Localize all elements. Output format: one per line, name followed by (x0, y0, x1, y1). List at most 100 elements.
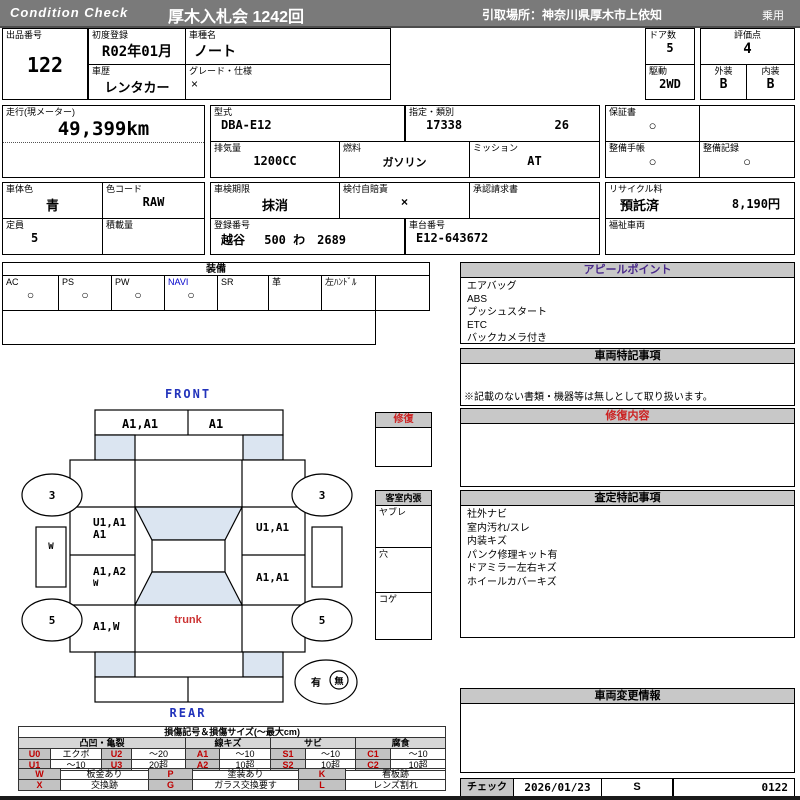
legend-code: U2 (101, 748, 132, 760)
vehicle-change-title: 車両変更情報 (461, 689, 794, 704)
displacement-cell: 排気量 1200CC (210, 141, 340, 178)
auction-title: 厚木入札会 1242回 (168, 9, 305, 26)
approval-request-cell: 承認請求書 (469, 182, 600, 219)
assessment-item: ドアミラー左右キズ (467, 563, 557, 574)
cabin-interior-box: 客室内張 ヤブレ 穴 コゲ (375, 490, 432, 640)
welfare-vehicle-label: 福祉車両 (609, 220, 646, 230)
capacity-label: 定員 (6, 220, 25, 230)
rear-left-wheel-value: 5 (49, 614, 56, 627)
model-code-cell: 型式 DBA-E12 (210, 105, 405, 142)
model-code-label: 型式 (214, 107, 233, 117)
front-right-wheel-value: 3 (319, 489, 326, 502)
front-label: FRONT (165, 387, 211, 401)
equipment-value-ac: ○ (26, 288, 35, 302)
equipment-label-navi: NAVI (168, 277, 189, 287)
maintenance-record-label: 整備記録 (703, 143, 740, 153)
legend-code: S1 (270, 748, 306, 760)
sheet-bottom-border (0, 796, 800, 800)
appeal-item: ETC (467, 320, 487, 331)
warranty-value: ○ (648, 118, 657, 133)
grade-cell: グレード・仕様 × (185, 64, 391, 100)
repair-details-content (461, 424, 794, 428)
interior-grade-cell: 内装 B (746, 64, 795, 100)
equipment-label-blank (376, 276, 429, 278)
windshield (134, 506, 243, 541)
lot-number-value: 122 (26, 53, 64, 77)
insurance-cell: 検付自賠責 × (339, 182, 470, 219)
spare-no-label: 無 (334, 675, 343, 686)
equipment-value-navi: ○ (187, 288, 195, 302)
color-code-label: 色コード (106, 184, 143, 194)
displacement-label: 排気量 (214, 143, 242, 153)
legend-code: A1 (185, 748, 220, 760)
right-sill (311, 526, 343, 588)
legend-group-corrosion: 腐食 (354, 737, 447, 749)
inspection-expiry-value: 抹消 (261, 198, 288, 213)
legend-value: 〜10 (219, 748, 271, 760)
maintenance-record-cell: 整備記録 ○ (699, 141, 795, 178)
damage-legend-table: 損傷記号＆損傷サイズ(〜最大cm) 凸凹・亀裂 線キズ サビ 腐食 U0 エクボ… (18, 726, 447, 771)
damage-legend-table-2: W 板金あり P 塗装あり K 看板跡 X 交換跡 G ガラス交換要す L レン… (18, 768, 446, 791)
legend-title: 損傷記号＆損傷サイズ(〜最大cm) (18, 726, 447, 738)
cabin-interior-title: 客室内張 (376, 491, 431, 506)
model-name-cell: 車種名 ノート (185, 28, 391, 65)
equipment-cell-navi: NAVI ○ (164, 275, 218, 311)
equipment-value-pw: ○ (134, 288, 142, 302)
equipment-cell-blank (375, 275, 430, 311)
legend-code: C1 (355, 748, 391, 760)
color-code-cell: 色コード RAW (102, 182, 205, 219)
first-registration-label: 初度登録 (92, 30, 129, 40)
body-color-cell: 車体色 青 (2, 182, 103, 219)
check-label-cell: チェック (460, 778, 514, 797)
recycle-fee-label: リサイクル料 (609, 184, 663, 194)
rear-label: REAR (170, 706, 207, 720)
legend-value: 〜20 (131, 748, 186, 760)
fuel-label: 燃料 (343, 143, 362, 153)
vin-value: E12-643672 (416, 231, 489, 245)
vehicle-notes-panel: 車両特記事項 ※記載のない書類・機器等は無しとして取り扱います。 (460, 348, 795, 406)
exterior-grade-value: B (719, 77, 728, 92)
warranty-label: 保証書 (609, 107, 637, 117)
left-sill (35, 526, 67, 588)
equipment-label-ac: AC (6, 277, 19, 287)
doors-label: ドア数 (649, 30, 677, 40)
lot-number-cell: 出品番号 122 (2, 28, 88, 100)
lot-number-label: 出品番号 (6, 30, 43, 40)
rear-bumper (94, 676, 284, 703)
pickup-location: 引取場所：神奈川県厚木市上依知 (482, 8, 663, 22)
appeal-points-panel: アピールポイント エアバッグ ABS プッシュスタート ETC バックカメラ付き (460, 262, 795, 344)
interior-grade-value: B (766, 77, 775, 92)
maintenance-book-label: 整備手帳 (609, 143, 646, 153)
interior-grade-label: 内装 (761, 66, 780, 76)
approval-request-label: 承認請求書 (473, 184, 519, 194)
body-color-value: 青 (45, 198, 59, 213)
recycle-status: 預託済 (620, 198, 660, 213)
car-outline (21, 409, 358, 705)
legend-code: P (148, 768, 193, 780)
history-value: レンタカー (104, 80, 170, 95)
appeal-item: エアバッグ (467, 281, 517, 292)
equipment-cell-ac: AC ○ (2, 275, 59, 311)
body-color-label: 車体色 (6, 184, 34, 194)
mileage-cell: 走行(現メーター) 49,399km (2, 105, 205, 178)
fuel-value: ガソリン (382, 157, 427, 169)
legend-value: 〜10 (305, 748, 356, 760)
equipment-label-pw: PW (115, 277, 130, 287)
plate-number-cell: 登録番号 越谷 500 わ 2689 (210, 218, 405, 255)
inspection-expiry-label: 車検期限 (214, 184, 251, 194)
vehicle-notes-text: ※記載のない書類・機器等は無しとして取り扱います。 (464, 392, 713, 403)
maintenance-book-value: ○ (648, 154, 657, 169)
score-label: 評価点 (733, 30, 761, 40)
assessment-item: 室内汚れ/スレ (467, 522, 530, 534)
capacity-value: 5 (31, 231, 39, 245)
vin-cell: 車台番号 E12-643672 (405, 218, 600, 255)
doors-value: 5 (666, 41, 674, 55)
grade-value: × (191, 77, 199, 91)
legend-code: W (18, 768, 61, 780)
assessment-item: 内装キズ (467, 536, 507, 547)
assessment-item: 社外ナビ (467, 509, 507, 520)
first-registration-value: R02年01月 (101, 44, 173, 60)
cabin-section-tear: ヤブレ (376, 506, 431, 548)
appeal-item: ABS (467, 294, 488, 305)
model-name-value: ノート (194, 43, 236, 59)
